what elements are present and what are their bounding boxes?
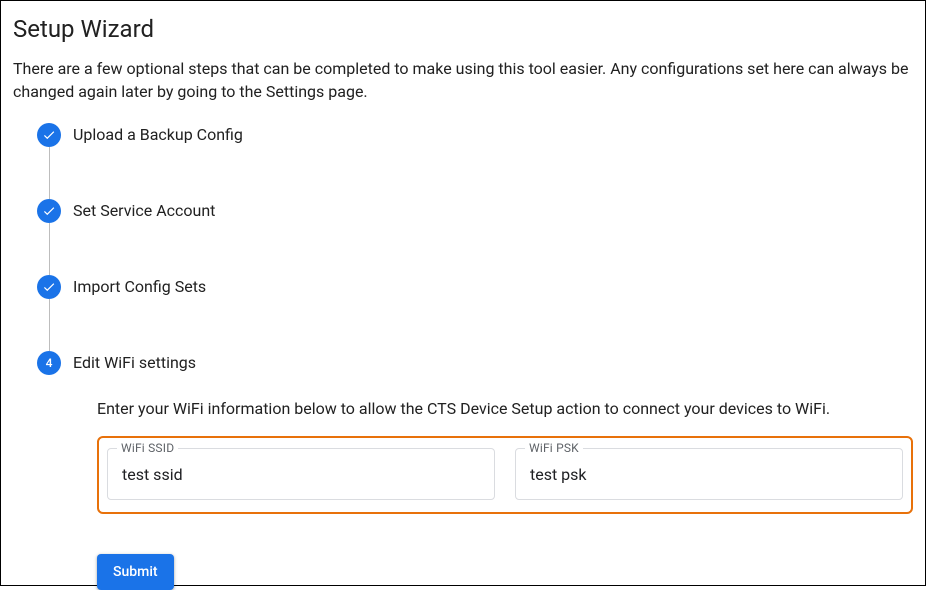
- wifi-step-content: Enter your WiFi information below to all…: [97, 399, 913, 514]
- step-label: Upload a Backup Config: [73, 123, 243, 147]
- wifi-psk-wrap: WiFi PSK: [515, 448, 903, 500]
- wifi-ssid-wrap: WiFi SSID: [107, 448, 495, 500]
- check-icon: [37, 199, 61, 223]
- wifi-ssid-label: WiFi SSID: [117, 441, 178, 455]
- wifi-highlight-box: WiFi SSID WiFi PSK: [97, 436, 913, 514]
- step-label: Import Config Sets: [73, 275, 206, 299]
- step-import-config[interactable]: Import Config Sets: [37, 275, 913, 299]
- submit-button[interactable]: Submit: [97, 554, 174, 590]
- step-connector: [49, 223, 50, 275]
- step-connector: [49, 147, 50, 199]
- submit-row: Submit: [97, 554, 913, 590]
- step-service-account[interactable]: Set Service Account: [37, 199, 913, 223]
- step-label: Set Service Account: [73, 199, 215, 223]
- wifi-psk-input[interactable]: [515, 448, 903, 500]
- page-title: Setup Wizard: [13, 15, 913, 43]
- wifi-ssid-input[interactable]: [107, 448, 495, 500]
- check-icon: [37, 123, 61, 147]
- step-connector: [49, 299, 50, 351]
- stepper: Upload a Backup Config Set Service Accou…: [37, 123, 913, 590]
- step-wifi-settings[interactable]: 4 Edit WiFi settings: [37, 351, 913, 375]
- wifi-description: Enter your WiFi information below to all…: [97, 399, 913, 418]
- step-number-icon: 4: [37, 351, 61, 375]
- wifi-psk-label: WiFi PSK: [525, 441, 583, 455]
- step-upload-backup[interactable]: Upload a Backup Config: [37, 123, 913, 147]
- check-icon: [37, 275, 61, 299]
- step-label: Edit WiFi settings: [73, 351, 196, 375]
- intro-text: There are a few optional steps that can …: [13, 57, 913, 103]
